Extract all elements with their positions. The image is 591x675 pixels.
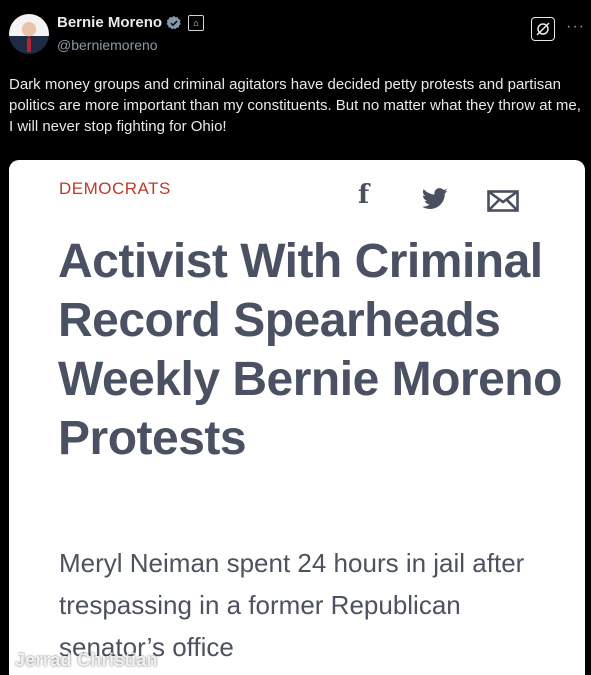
facebook-share-icon[interactable]: f [358, 182, 369, 208]
article-category[interactable]: DEMOCRATS [59, 179, 171, 199]
author-display-name[interactable]: Bernie Moreno [57, 14, 162, 31]
government-building-icon: ⌂ [188, 14, 205, 31]
watermark-text: Jerrad Christian [15, 650, 158, 670]
email-icon[interactable] [487, 190, 519, 212]
tweet-text: Dark money groups and criminal agitators… [9, 76, 581, 135]
article-headline[interactable]: Activist With Criminal Record Spearheads… [58, 232, 568, 468]
avatar[interactable] [9, 14, 49, 54]
author-handle[interactable]: @berniemoreno [57, 37, 158, 53]
more-options-button[interactable]: ··· [566, 18, 585, 36]
avatar-tie [27, 38, 31, 52]
author-name-row: Bernie Moreno ⌂ [57, 14, 205, 31]
twitter-bird-icon[interactable] [422, 188, 448, 210]
grok-icon[interactable] [531, 17, 555, 41]
article-card[interactable]: DEMOCRATS f Activist With Criminal Recor… [9, 160, 585, 675]
verified-badge-icon [166, 15, 181, 29]
tweet-header: Bernie Moreno ⌂ @berniemoreno ··· [0, 0, 591, 64]
